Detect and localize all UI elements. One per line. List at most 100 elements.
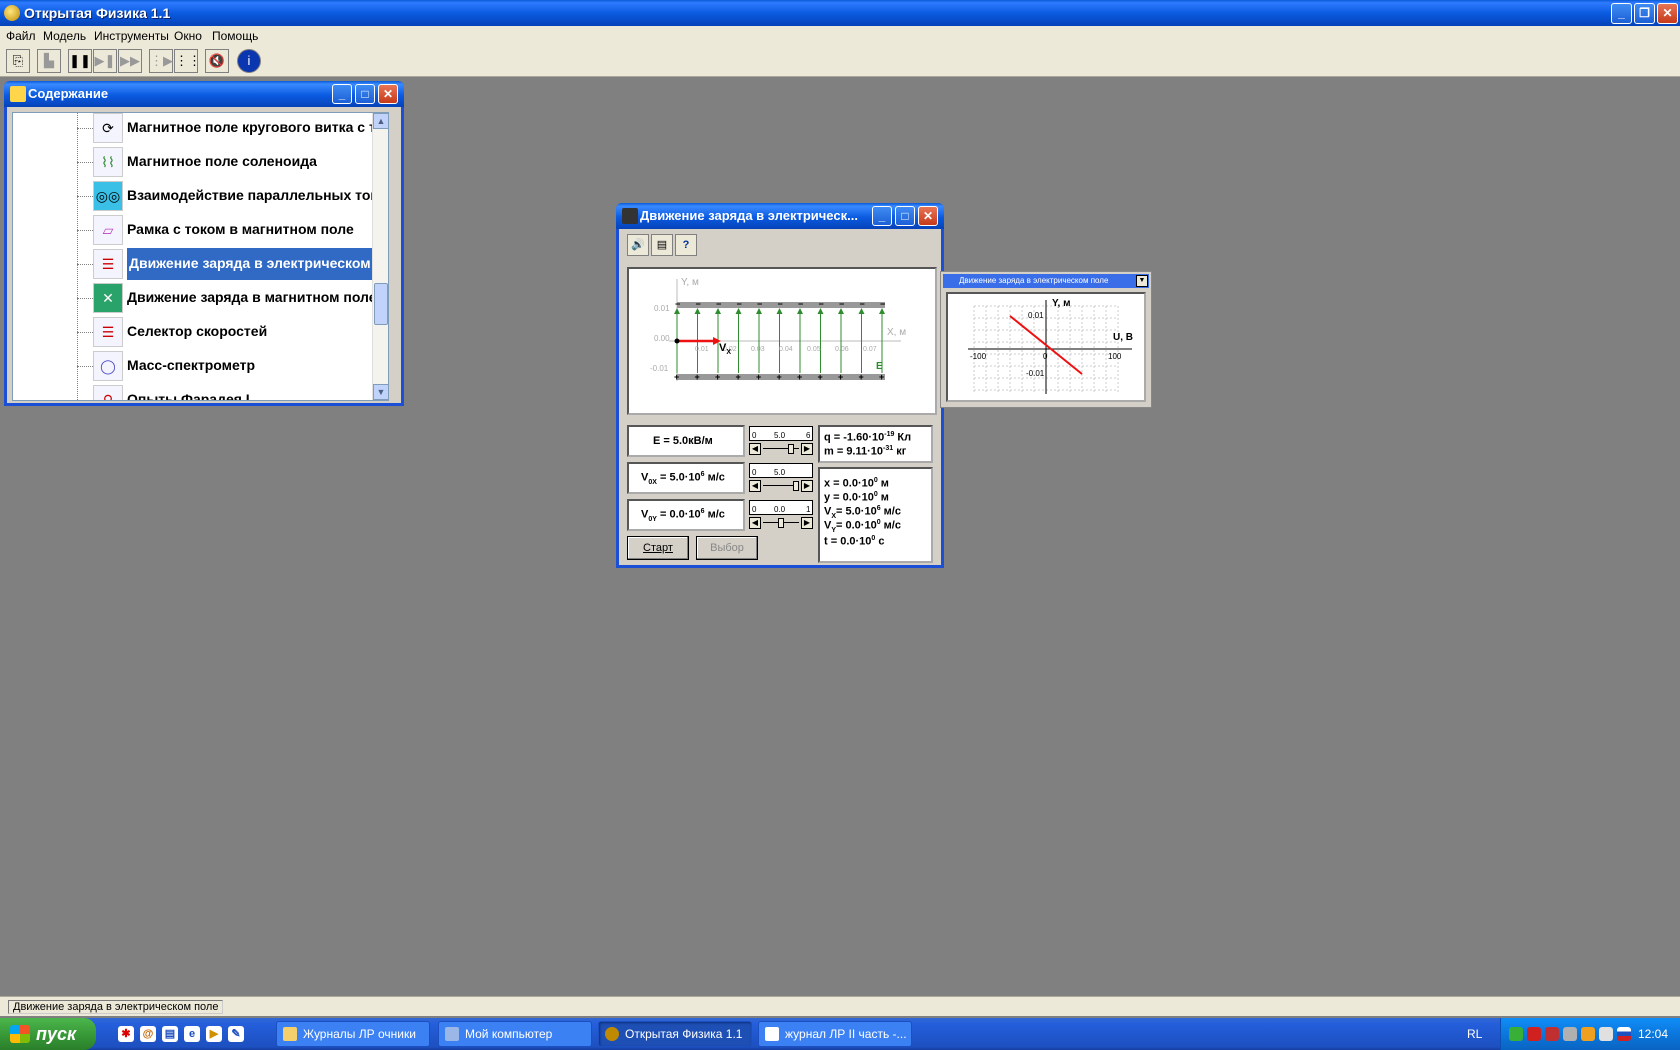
close-button[interactable]: ✕ — [1657, 3, 1678, 24]
simulation-window[interactable]: Движение заряда в электрическ... _ □ ✕ 🔊… — [616, 203, 944, 568]
tree-item-solenoid[interactable]: ⌇⌇ Магнитное поле соленоида — [13, 145, 388, 179]
step-back-icon[interactable]: ▙ — [37, 49, 61, 73]
currents-icon: ◎◎ — [93, 181, 123, 211]
start-button-taskbar[interactable]: пуск — [0, 1018, 96, 1050]
ie-icon[interactable]: e — [184, 1026, 200, 1042]
mail-icon[interactable] — [1581, 1027, 1595, 1041]
menu-file[interactable]: Файл — [6, 29, 36, 43]
contents-title-bar[interactable]: Содержание _ □ ✕ — [4, 81, 404, 107]
contents-window[interactable]: Содержание _ □ ✕ ⟳ Магнитное поле кругов… — [4, 81, 404, 406]
slider-right-arrow-icon[interactable]: ▶ — [801, 517, 813, 529]
slider-left-arrow-icon[interactable]: ◀ — [749, 443, 761, 455]
slider-track[interactable]: ◀ ▶ — [749, 517, 813, 529]
contents-minimize-button[interactable]: _ — [332, 84, 352, 104]
step-icon[interactable]: ▶❚ — [93, 49, 117, 73]
scroll-up-icon[interactable]: ▲ — [373, 113, 388, 129]
minimize-button[interactable]: _ — [1611, 3, 1632, 24]
frames-icon[interactable]: ⋮⋮ — [174, 49, 201, 73]
tree-item-charge-magnetic-field[interactable]: ✕ Движение заряда в магнитном поле — [13, 281, 388, 315]
app-title-bar[interactable]: Открытая Физика 1.1 _ ❐ ✕ — [0, 0, 1680, 26]
contents-maximize-button[interactable]: □ — [355, 84, 375, 104]
scroll-down-icon[interactable]: ▼ — [373, 384, 388, 400]
slider-knob[interactable] — [778, 518, 784, 528]
slider-track[interactable]: ◀ ▶ — [749, 480, 813, 492]
sound-off-icon[interactable]: 🔇 — [205, 49, 229, 73]
graph-window[interactable]: Движение заряда в электрическом поле ▼ Y… — [940, 271, 1152, 408]
readout-vx: VX= 5.0·106 м/с — [824, 505, 901, 520]
system-tray: 12:04 — [1500, 1018, 1680, 1050]
select-button[interactable]: Выбор — [696, 536, 758, 560]
slider-left-arrow-icon[interactable]: ◀ — [749, 480, 761, 492]
minus-sign: − — [839, 299, 844, 309]
contents-close-button[interactable]: ✕ — [378, 84, 398, 104]
v0x-slider[interactable]: 0 5.0 ◀ ▶ — [749, 463, 813, 493]
simulation-minimize-button[interactable]: _ — [872, 206, 892, 226]
simulation-close-button[interactable]: ✕ — [918, 206, 938, 226]
graph-title[interactable]: Движение заряда в электрическом поле — [943, 274, 1149, 288]
slider-knob[interactable] — [787, 444, 794, 454]
tree-item-mass-spectrometer[interactable]: ◯ Масс-спектрометр — [13, 349, 388, 383]
document-icon[interactable]: ▤ — [651, 234, 673, 256]
field-strength-field[interactable]: E = 5.0кВ/м — [627, 425, 745, 457]
task-my-computer[interactable]: Мой компьютер — [438, 1021, 592, 1047]
task-journal-doc[interactable]: журнал ЛР II часть -... — [758, 1021, 912, 1047]
menu-help[interactable]: Помощь — [212, 29, 258, 43]
opera-icon[interactable]: @ — [140, 1026, 156, 1042]
tree-item-current-frame[interactable]: ▱ Рамка с током в магнитном поле — [13, 213, 388, 247]
desktop-icon[interactable]: ▤ — [162, 1026, 178, 1042]
contents-title: Содержание — [28, 86, 109, 101]
status-bar: Движение заряда в электрическом поле — [0, 996, 1680, 1016]
info-icon[interactable]: i — [237, 49, 261, 73]
acrobat-icon[interactable]: ✱ — [118, 1026, 134, 1042]
contents-scrollbar[interactable]: ▲ ▼ — [372, 113, 388, 400]
tree-item-faraday[interactable]: ⚲ Опыты Фарадея I — [13, 383, 388, 400]
simulation-maximize-button[interactable]: □ — [895, 206, 915, 226]
pause-icon[interactable]: ❚❚ — [68, 49, 92, 73]
menu-model[interactable]: Модель — [43, 29, 86, 43]
graph-dropdown-icon[interactable]: ▼ — [1136, 275, 1148, 287]
language-indicator[interactable]: RL — [1467, 1027, 1482, 1041]
step-frame-icon[interactable]: ⋮▶ — [149, 49, 173, 73]
volume-icon[interactable] — [1599, 1027, 1613, 1041]
menu-window[interactable]: Окно — [174, 29, 202, 43]
scroll-thumb[interactable] — [374, 283, 388, 325]
shield-icon[interactable] — [1545, 1027, 1559, 1041]
tray-app-icon[interactable] — [1509, 1027, 1523, 1041]
slider-left-arrow-icon[interactable]: ◀ — [749, 517, 761, 529]
minus-sign: − — [675, 299, 680, 309]
tree-item-circular-coil[interactable]: ⟳ Магнитное поле кругового витка с током — [13, 113, 388, 145]
tree-item-charge-electric-field[interactable]: ☰ Движение заряда в электрическом поле — [13, 247, 388, 281]
plot-x-tick: 0.01 — [695, 346, 709, 353]
fast-forward-icon[interactable]: ▶▶ — [118, 49, 142, 73]
slider-track[interactable]: ◀ ▶ — [749, 443, 813, 455]
start-button[interactable]: Старт — [627, 536, 689, 560]
word-icon — [765, 1027, 779, 1041]
help-icon[interactable]: ? — [675, 234, 697, 256]
menu-tools[interactable]: Инструменты — [94, 29, 169, 43]
v0y-slider[interactable]: 0 0.0 1 ◀ ▶ — [749, 500, 813, 530]
restore-button[interactable]: ❐ — [1634, 3, 1655, 24]
exit-icon[interactable]: ⎘ — [6, 49, 30, 73]
tree-item-parallel-currents[interactable]: ◎◎ Взаимодействие параллельных токов — [13, 179, 388, 213]
slider-right-arrow-icon[interactable]: ▶ — [801, 443, 813, 455]
slider-knob[interactable] — [793, 481, 799, 491]
explorer-icon[interactable]: ✎ — [228, 1026, 244, 1042]
network-icon[interactable] — [1563, 1027, 1577, 1041]
simulation-title-bar[interactable]: Движение заряда в электрическ... _ □ ✕ — [616, 203, 944, 229]
spectrometer-icon: ◯ — [93, 351, 123, 381]
task-journals[interactable]: Журналы ЛР очники — [276, 1021, 430, 1047]
magnet-icon: ✕ — [93, 283, 123, 313]
v0x-field[interactable]: V0X = 5.0·106 м/с — [627, 462, 745, 494]
tree-item-velocity-selector[interactable]: ☰ Селектор скоростей — [13, 315, 388, 349]
v0y-field[interactable]: V0Y = 0.0·106 м/с — [627, 499, 745, 531]
field-strength-slider[interactable]: 0 5.0 6 ◀ ▶ — [749, 426, 813, 456]
task-open-physics[interactable]: Открытая Физика 1.1 — [598, 1021, 752, 1047]
speaker-icon[interactable]: 🔊 — [627, 234, 649, 256]
contents-tree[interactable]: ⟳ Магнитное поле кругового витка с током… — [12, 112, 389, 401]
tree-branch — [77, 196, 93, 197]
russian-flag-icon[interactable] — [1617, 1027, 1631, 1041]
media-icon[interactable]: ▶ — [206, 1026, 222, 1042]
readout-vy: VY= 0.0·100 м/с — [824, 519, 901, 534]
slider-right-arrow-icon[interactable]: ▶ — [801, 480, 813, 492]
antivirus-icon[interactable] — [1527, 1027, 1541, 1041]
